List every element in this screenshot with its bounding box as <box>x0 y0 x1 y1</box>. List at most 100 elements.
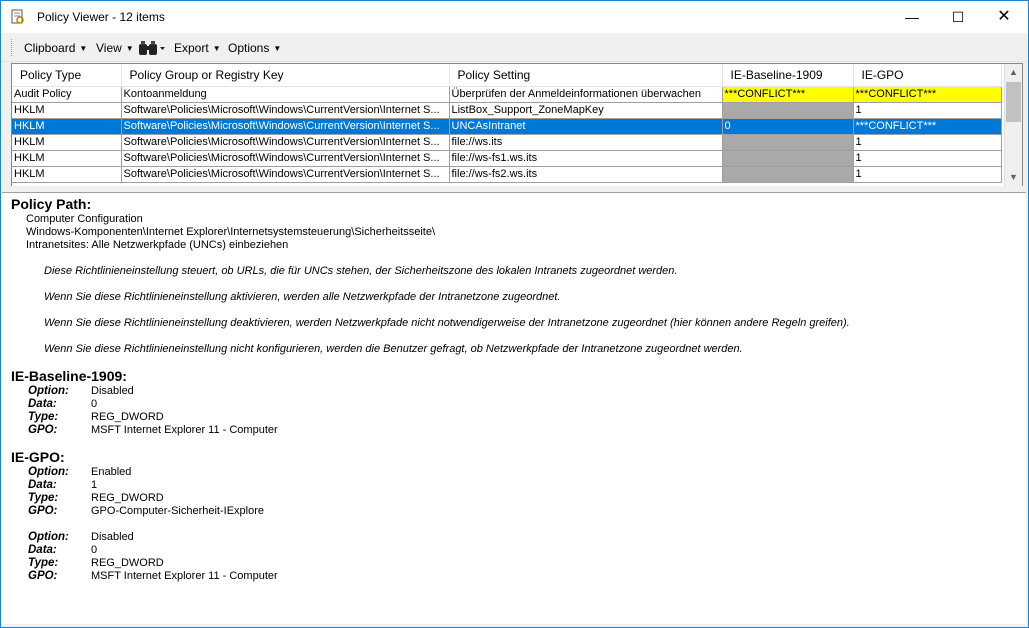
cell-ie-baseline: ***CONFLICT*** <box>722 86 854 103</box>
clipboard-menu[interactable]: Clipboard ▼ <box>24 41 87 55</box>
cell-policy-setting: UNCAsIntranet <box>449 118 723 135</box>
column-header-policy-type[interactable]: Policy Type <box>12 64 122 87</box>
policy-path-heading: Policy Path: <box>11 196 92 212</box>
gpo-label: GPO: <box>28 505 58 517</box>
gpo-value: MSFT Internet Explorer 11 - Computer <box>91 570 278 582</box>
data-value: 1 <box>91 479 98 491</box>
cell-ie-gpo: 1 <box>853 166 1002 183</box>
description-line: Wenn Sie diese Richtlinieneinstellung de… <box>44 317 850 329</box>
description-line: Diese Richtlinieneinstellung steuert, ob… <box>44 265 678 277</box>
column-header-ie-gpo[interactable]: IE-GPO <box>853 64 1002 87</box>
minimize-button[interactable]: — <box>889 1 935 33</box>
data-label: Data: <box>28 398 57 410</box>
status-strip <box>1 624 1028 627</box>
cell-policy-group: Software\Policies\Microsoft\Windows\Curr… <box>121 166 450 183</box>
cell-ie-gpo: 1 <box>853 134 1002 151</box>
options-menu[interactable]: Options ▼ <box>228 41 281 55</box>
description-line: Wenn Sie diese Richtlinieneinstellung ni… <box>44 343 743 355</box>
cell-ie-gpo: 1 <box>853 102 1002 119</box>
cell-ie-baseline: 0 <box>722 118 854 135</box>
scroll-up-icon[interactable]: ▲ <box>1005 64 1022 81</box>
options-label: Options <box>228 41 270 55</box>
grid-vertical-scrollbar[interactable]: ▲ ▼ <box>1004 64 1022 186</box>
close-button[interactable]: ✕ <box>981 1 1027 33</box>
chevron-down-icon: ▼ <box>212 44 221 53</box>
cell-ie-gpo: ***CONFLICT*** <box>853 86 1002 103</box>
column-header-policy-setting[interactable]: Policy Setting <box>449 64 723 87</box>
cell-policy-group: Software\Policies\Microsoft\Windows\Curr… <box>121 118 450 135</box>
description-line: Wenn Sie diese Richtlinieneinstellung ak… <box>44 291 561 303</box>
cell-policy-group: Software\Policies\Microsoft\Windows\Curr… <box>121 102 450 119</box>
cell-policy-group: Software\Policies\Microsoft\Windows\Curr… <box>121 134 450 151</box>
cell-policy-setting: file://ws-fs1.ws.its <box>449 150 723 167</box>
app-icon <box>11 9 24 24</box>
data-value: 0 <box>91 398 98 410</box>
table-row[interactable]: HKLM Software\Policies\Microsoft\Windows… <box>12 102 1002 119</box>
path-line: Intranetsites: Alle Netzwerkpfade (UNCs)… <box>26 239 289 251</box>
option-value: Enabled <box>91 466 132 478</box>
table-row-selected[interactable]: HKLM Software\Policies\Microsoft\Windows… <box>12 118 1002 135</box>
cell-ie-baseline <box>722 134 854 151</box>
option-label: Option: <box>28 385 69 397</box>
table-row[interactable]: HKLM Software\Policies\Microsoft\Windows… <box>12 166 1002 183</box>
clipboard-label: Clipboard <box>24 41 76 55</box>
export-label: Export <box>174 41 209 55</box>
detail-pane: Policy Path: Computer Configuration Wind… <box>2 192 1026 625</box>
toolbar: Clipboard ▼ View ▼ Export ▼ Options ▼ <box>1 34 1028 62</box>
option-label: Option: <box>28 531 69 543</box>
column-header-policy-group[interactable]: Policy Group or Registry Key <box>121 64 450 87</box>
title-bar[interactable]: Policy Viewer - 12 items — ☐ ✕ <box>1 1 1028 33</box>
find-button[interactable] <box>138 40 166 59</box>
cell-policy-type: HKLM <box>12 118 122 135</box>
baseline-heading: IE-Baseline-1909: <box>11 368 127 384</box>
policy-grid: Policy Type Policy Group or Registry Key… <box>11 63 1023 187</box>
type-label: Type: <box>28 411 59 423</box>
chevron-down-icon: ▼ <box>125 44 134 53</box>
cell-policy-type: HKLM <box>12 166 122 183</box>
gpo-value: GPO-Computer-Sicherheit-IExplore <box>91 505 265 517</box>
cell-ie-gpo: 1 <box>853 150 1002 167</box>
data-value: 0 <box>91 544 98 556</box>
cell-policy-type: HKLM <box>12 150 122 167</box>
chevron-down-icon: ▼ <box>273 44 282 53</box>
scroll-thumb[interactable] <box>1006 82 1021 122</box>
cell-ie-gpo: ***CONFLICT*** <box>853 118 1002 135</box>
cell-policy-type: HKLM <box>12 102 122 119</box>
gpo-value: MSFT Internet Explorer 11 - Computer <box>91 424 278 436</box>
type-label: Type: <box>28 492 59 504</box>
path-line: Computer Configuration <box>26 213 143 225</box>
table-row[interactable]: HKLM Software\Policies\Microsoft\Windows… <box>12 134 1002 151</box>
data-label: Data: <box>28 544 57 556</box>
option-value: Disabled <box>91 385 134 397</box>
cell-policy-setting: file://ws-fs2.ws.its <box>449 166 723 183</box>
path-line: Windows-Komponenten\Internet Explorer\In… <box>26 226 436 238</box>
binoculars-icon <box>139 41 165 55</box>
export-menu[interactable]: Export ▼ <box>174 41 221 55</box>
policy-viewer-window: Policy Viewer - 12 items — ☐ ✕ Clipboard… <box>0 0 1029 628</box>
scroll-down-icon[interactable]: ▼ <box>1005 169 1022 186</box>
cell-policy-setting: file://ws.its <box>449 134 723 151</box>
table-row[interactable]: Audit Policy Kontoanmeldung Überprüfen d… <box>12 86 1002 103</box>
table-row[interactable]: HKLM Software\Policies\Microsoft\Windows… <box>12 150 1002 167</box>
toolbar-grip[interactable] <box>11 39 15 56</box>
cell-policy-setting: ListBox_Support_ZoneMapKey <box>449 102 723 119</box>
cell-policy-group: Kontoanmeldung <box>121 86 450 103</box>
cell-policy-setting: Überprüfen der Anmeldeinformationen über… <box>449 86 723 103</box>
type-value: REG_DWORD <box>91 411 164 423</box>
cell-ie-baseline <box>722 150 854 167</box>
view-menu[interactable]: View ▼ <box>96 41 134 55</box>
header-row: Policy Type Policy Group or Registry Key… <box>12 64 1002 87</box>
maximize-button[interactable]: ☐ <box>935 1 981 33</box>
option-value: Disabled <box>91 531 134 543</box>
ie-gpo-heading: IE-GPO: <box>11 449 65 465</box>
column-header-ie-baseline[interactable]: IE-Baseline-1909 <box>722 64 854 87</box>
type-label: Type: <box>28 557 59 569</box>
type-value: REG_DWORD <box>91 557 164 569</box>
policy-table: Policy Type Policy Group or Registry Key… <box>12 64 1002 183</box>
cell-ie-baseline <box>722 102 854 119</box>
view-label: View <box>96 41 122 55</box>
data-label: Data: <box>28 479 57 491</box>
gpo-label: GPO: <box>28 424 58 436</box>
chevron-down-icon: ▼ <box>79 44 88 53</box>
cell-policy-group: Software\Policies\Microsoft\Windows\Curr… <box>121 150 450 167</box>
